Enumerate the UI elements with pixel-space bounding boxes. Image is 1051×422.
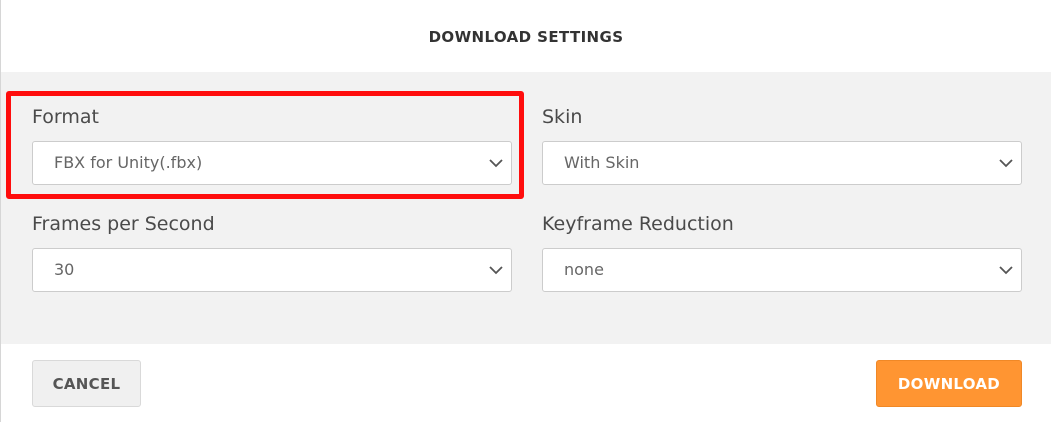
keyframe-reduction-select[interactable]: none xyxy=(542,248,1022,292)
settings-panel: Format FBX for Unity(.fbx) Skin With Ski… xyxy=(1,72,1051,344)
dialog-footer: CANCEL DOWNLOAD xyxy=(1,344,1051,422)
fps-select-value: 30 xyxy=(54,260,75,279)
skin-select[interactable]: With Skin xyxy=(542,141,1022,185)
format-select-value: FBX for Unity(.fbx) xyxy=(54,153,203,172)
chevron-down-icon xyxy=(489,159,503,168)
chevron-down-icon xyxy=(999,266,1013,275)
fps-label: Frames per Second xyxy=(32,213,215,235)
chevron-down-icon xyxy=(489,266,503,275)
cancel-button[interactable]: CANCEL xyxy=(32,360,141,407)
format-label: Format xyxy=(32,106,99,128)
format-select[interactable]: FBX for Unity(.fbx) xyxy=(32,141,512,185)
fps-select[interactable]: 30 xyxy=(32,248,512,292)
dialog-title: DOWNLOAD SETTINGS xyxy=(428,28,624,46)
download-button[interactable]: DOWNLOAD xyxy=(876,360,1022,407)
dialog-header: DOWNLOAD SETTINGS xyxy=(1,0,1051,72)
keyframe-reduction-select-value: none xyxy=(564,260,604,279)
chevron-down-icon xyxy=(999,159,1013,168)
skin-label: Skin xyxy=(542,106,583,128)
download-settings-dialog: DOWNLOAD SETTINGS Format FBX for Unity(.… xyxy=(0,0,1051,422)
keyframe-reduction-label: Keyframe Reduction xyxy=(542,213,734,235)
skin-select-value: With Skin xyxy=(564,153,640,172)
